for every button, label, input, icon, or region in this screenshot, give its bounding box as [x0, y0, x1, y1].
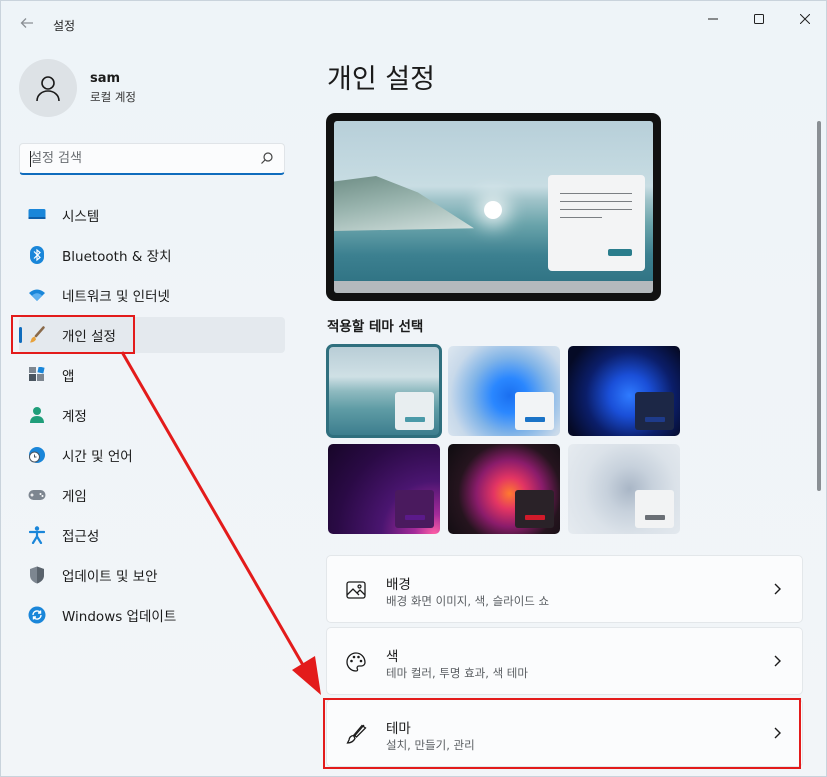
close-icon	[800, 14, 810, 24]
user-profile[interactable]: sam 로컬 계정	[19, 59, 136, 117]
theme-thumbnail-captured-motion[interactable]	[328, 444, 440, 534]
theme-mini-window	[395, 490, 434, 528]
annotation-highlight-themes-card	[323, 698, 801, 769]
theme-accent-bar	[405, 515, 425, 520]
sidebar-item-windows-update[interactable]: Windows 업데이트	[19, 597, 285, 633]
theme-mini-window	[395, 392, 434, 430]
person-icon	[27, 405, 47, 425]
preview-text-line	[560, 209, 632, 210]
title-bar: 설정	[1, 1, 826, 49]
sidebar-item-bluetooth[interactable]: Bluetooth & 장치	[19, 237, 285, 273]
app-title: 설정	[53, 19, 76, 33]
sidebar-item-label: 네트워크 및 인터넷	[62, 289, 170, 305]
close-button[interactable]	[785, 7, 825, 31]
sidebar-item-label: 업데이트 및 보안	[62, 569, 158, 585]
sidebar-item-accessibility[interactable]: 접근성	[19, 517, 285, 553]
bluetooth-icon	[27, 245, 47, 265]
settings-search[interactable]	[19, 143, 285, 175]
sidebar-item-label: 앱	[62, 369, 75, 385]
search-input[interactable]	[20, 144, 245, 172]
sidebar-item-network[interactable]: 네트워크 및 인터넷	[19, 277, 285, 313]
settings-window: 설정 sam 로컬 계정 시스템 Bluetoo	[0, 0, 827, 777]
card-description: 배경 화면 이미지, 색, 슬라이드 쇼	[386, 594, 550, 608]
minimize-icon	[708, 18, 718, 20]
sidebar-item-apps[interactable]: 앱	[19, 357, 285, 393]
theme-accent-bar	[525, 417, 545, 422]
sidebar-item-label: Bluetooth & 장치	[62, 249, 172, 265]
theme-thumbnail-sunrise[interactable]	[568, 444, 680, 534]
person-icon	[36, 76, 60, 102]
annotation-highlight-sidebar	[11, 315, 135, 354]
page-title: 개인 설정	[327, 64, 435, 95]
sidebar-item-update-security[interactable]: 업데이트 및 보안	[19, 557, 285, 593]
profile-name: sam	[90, 71, 121, 86]
profile-account-type: 로컬 계정	[90, 90, 136, 104]
theme-thumbnail-glow-lake[interactable]	[326, 344, 442, 438]
avatar	[19, 59, 77, 117]
desktop-preview-image	[334, 121, 653, 293]
sidebar-item-system[interactable]: 시스템	[19, 197, 285, 233]
wifi-icon	[27, 285, 47, 305]
theme-mini-window	[635, 392, 674, 430]
apps-icon	[27, 365, 47, 385]
globe-clock-icon	[27, 445, 47, 465]
chevron-right-icon	[774, 655, 781, 667]
chevron-right-icon	[774, 583, 781, 595]
back-button[interactable]	[17, 15, 37, 35]
accessibility-icon	[27, 525, 47, 545]
theme-accent-bar	[525, 515, 545, 520]
card-title: 배경	[386, 577, 411, 593]
theme-section-heading: 적용할 테마 선택	[327, 319, 424, 335]
theme-accent-bar	[645, 417, 665, 422]
sidebar-item-label: 시간 및 언어	[62, 449, 133, 465]
sidebar-item-time-language[interactable]: 시간 및 언어	[19, 437, 285, 473]
preview-window	[548, 175, 645, 271]
sidebar-item-accounts[interactable]: 계정	[19, 397, 285, 433]
preview-taskbar	[334, 281, 653, 293]
theme-thumbnail-bloom-dark[interactable]	[568, 346, 680, 436]
text-caret	[30, 151, 31, 167]
shield-icon	[27, 565, 47, 585]
sidebar-item-gaming[interactable]: 게임	[19, 477, 285, 513]
preview-text-line	[560, 217, 602, 218]
preview-text-line	[560, 201, 632, 202]
sidebar-item-label: 시스템	[62, 209, 100, 225]
card-description: 테마 컬러, 투명 효과, 색 테마	[386, 666, 528, 680]
sidebar-item-label: Windows 업데이트	[62, 609, 177, 625]
sidebar-nav: 시스템 Bluetooth & 장치 네트워크 및 인터넷 개인 설정 앱 계정…	[19, 197, 285, 637]
search-icon[interactable]	[260, 151, 274, 165]
maximize-button[interactable]	[739, 7, 779, 31]
update-icon	[27, 605, 47, 625]
preview-mountain	[334, 176, 474, 231]
theme-grid	[326, 344, 682, 536]
theme-accent-bar	[405, 417, 425, 422]
theme-mini-window	[515, 392, 554, 430]
card-colors[interactable]: 색 테마 컬러, 투명 효과, 색 테마	[326, 627, 803, 695]
preview-text-line	[560, 193, 632, 194]
card-background[interactable]: 배경 배경 화면 이미지, 색, 슬라이드 쇼	[326, 555, 803, 623]
theme-accent-bar	[645, 515, 665, 520]
maximize-icon	[754, 14, 764, 24]
sidebar-item-label: 계정	[62, 409, 87, 425]
theme-preview	[326, 113, 661, 301]
back-arrow-icon	[20, 18, 33, 28]
preview-sun	[484, 201, 502, 219]
theme-thumbnail-bloom-light[interactable]	[448, 346, 560, 436]
gamepad-icon	[27, 485, 47, 505]
theme-mini-window	[635, 490, 674, 528]
system-icon	[27, 205, 47, 225]
card-title: 색	[386, 649, 399, 665]
scrollbar-thumb[interactable]	[817, 121, 821, 491]
sidebar-item-label: 접근성	[62, 529, 100, 545]
palette-icon	[346, 652, 366, 672]
image-icon	[346, 581, 366, 599]
preview-button	[608, 249, 632, 256]
theme-mini-window	[515, 490, 554, 528]
minimize-button[interactable]	[693, 7, 733, 31]
sidebar-item-label: 게임	[62, 489, 87, 505]
theme-thumbnail-flow[interactable]	[448, 444, 560, 534]
